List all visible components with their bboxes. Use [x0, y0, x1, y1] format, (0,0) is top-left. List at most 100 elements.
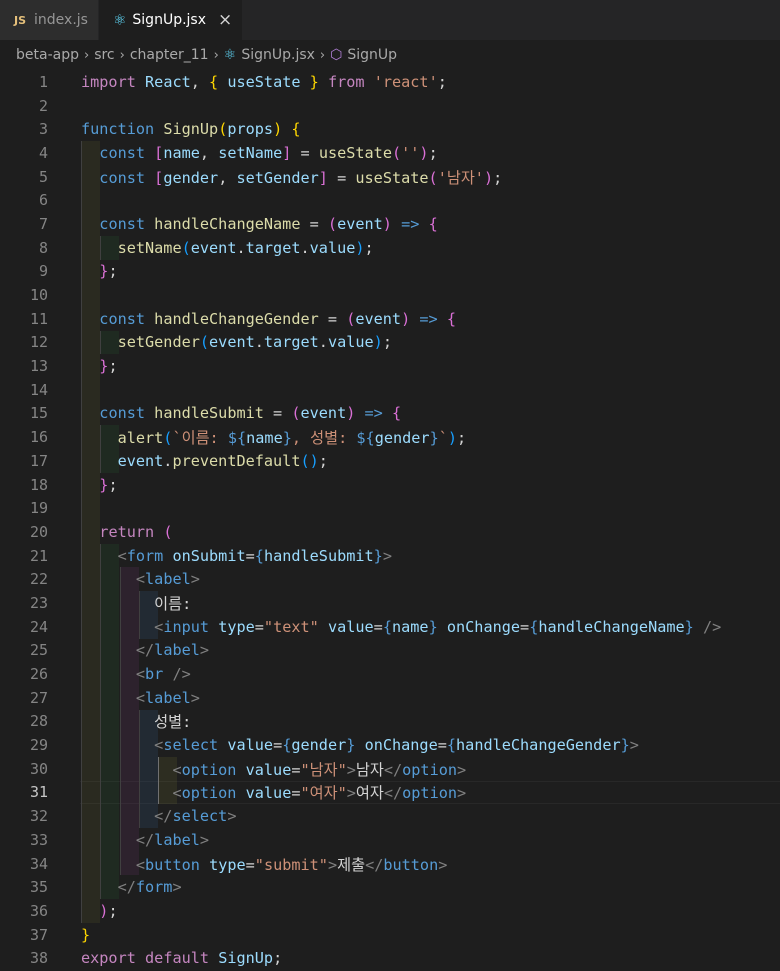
code-text: <br /> — [135, 665, 191, 684]
code-text: import React, { useState } from 'react'; — [81, 72, 447, 91]
code-text: const handleChangeGender = (event) => { — [99, 309, 456, 328]
code-text: setGender(event.target.value); — [117, 333, 392, 352]
code-text: } — [81, 925, 91, 944]
breadcrumb: beta-app › src › chapter_11 › ⚛ SignUp.j… — [0, 40, 780, 70]
line-number: 16 — [29, 428, 48, 447]
line-number: 8 — [38, 238, 48, 257]
line-number: 25 — [29, 641, 48, 660]
line-number: 19 — [29, 499, 48, 518]
code-text: <input type="text" value={name} onChange… — [154, 617, 722, 636]
breadcrumb-item-beta-app[interactable]: beta-app — [16, 47, 79, 63]
editor-tab-bar: JS index.js ⚛ SignUp.jsx × — [0, 0, 780, 40]
line-number: 36 — [29, 901, 48, 920]
line-number: 33 — [29, 830, 48, 849]
code-line: 21 <form onSubmit={handleSubmit}> — [0, 543, 780, 568]
code-text: }; — [99, 357, 118, 376]
code-line: 24 <input type="text" value={name} onCha… — [0, 614, 780, 639]
code-line: 35 </form> — [0, 875, 780, 900]
symbol-component-icon: ⬡ — [330, 47, 343, 63]
line-number: 38 — [29, 949, 48, 968]
line-number: 6 — [38, 191, 48, 210]
code-text: </select> — [154, 807, 237, 826]
code-line: 2 — [0, 94, 780, 118]
code-text: </form> — [117, 878, 182, 897]
vscode-editor-window: JS index.js ⚛ SignUp.jsx × beta-app › sr… — [0, 0, 780, 971]
code-line: 23 이름: — [0, 591, 780, 615]
code-text: ); — [99, 901, 118, 920]
line-number: 37 — [29, 925, 48, 944]
breadcrumb-item-signup-symbol[interactable]: SignUp — [347, 47, 397, 63]
react-file-icon: ⚛ — [112, 11, 127, 29]
line-number: 17 — [29, 451, 48, 470]
chevron-right-icon: › — [213, 47, 219, 63]
line-number: 28 — [29, 712, 48, 731]
code-text: const handleChangeName = (event) => { — [99, 214, 438, 233]
tab-signup-jsx[interactable]: ⚛ SignUp.jsx × — [98, 0, 244, 40]
code-line: 17 event.preventDefault(); — [0, 449, 780, 473]
code-line: 30 <option value="남자">남자</option> — [0, 756, 780, 781]
code-text: <label> — [135, 570, 200, 589]
line-number: 1 — [38, 72, 48, 91]
react-file-icon: ⚛ — [223, 47, 237, 63]
line-number: 32 — [29, 807, 48, 826]
code-line: 25 </label> — [0, 638, 780, 663]
code-line: 20 return ( — [0, 520, 780, 544]
line-number: 35 — [29, 878, 48, 897]
code-line: 5 const [gender, setGender] = useState('… — [0, 164, 780, 189]
line-number: 34 — [29, 854, 48, 873]
code-text: const [gender, setGender] = useState('남자… — [99, 168, 503, 187]
close-icon[interactable]: × — [218, 11, 232, 29]
breadcrumb-item-src[interactable]: src — [94, 47, 114, 63]
code-text: export default SignUp; — [81, 949, 283, 968]
code-line: 11 const handleChangeGender = (event) =>… — [0, 306, 780, 331]
code-editor[interactable]: 1 import React, { useState } from 'react… — [0, 70, 780, 970]
breadcrumb-item-signup-jsx[interactable]: SignUp.jsx — [241, 47, 315, 63]
line-number: 31 — [29, 783, 48, 802]
code-line: 38 export default SignUp; — [0, 946, 780, 970]
code-text: </label> — [135, 830, 210, 849]
line-number: 27 — [29, 688, 48, 707]
code-line: 4 const [name, setName] = useState(''); — [0, 141, 780, 165]
code-line: 15 const handleSubmit = (event) => { — [0, 401, 780, 426]
code-line: 3 function SignUp(props) { — [0, 117, 780, 141]
code-line: 18 }; — [0, 472, 780, 497]
indent-guide — [81, 496, 100, 521]
line-number: 4 — [38, 143, 48, 162]
line-number: 26 — [29, 665, 48, 684]
line-number: 30 — [29, 759, 48, 778]
code-text: <label> — [135, 688, 200, 707]
tab-label: SignUp.jsx — [132, 12, 206, 28]
code-line: 1 import React, { useState } from 'react… — [0, 70, 780, 94]
code-text: alert(`이름: ${name}, 성별: ${gender}`); — [117, 429, 467, 448]
line-number: 2 — [38, 96, 48, 115]
line-number: 13 — [29, 357, 48, 376]
code-line: 36 ); — [0, 899, 780, 923]
indent-guide — [81, 188, 100, 213]
code-line: 13 }; — [0, 354, 780, 378]
line-number: 24 — [29, 617, 48, 636]
chevron-right-icon: › — [319, 47, 326, 63]
code-line: 29 <select value={gender} onChange={hand… — [0, 733, 780, 757]
code-text: setName(event.target.value); — [117, 238, 374, 257]
code-text: <select value={gender} onChange={handleC… — [154, 736, 639, 755]
code-text: const handleSubmit = (event) => { — [99, 404, 402, 423]
code-text: <form onSubmit={handleSubmit}> — [117, 546, 392, 565]
tab-index-js[interactable]: JS index.js — [0, 0, 99, 40]
line-number: 29 — [29, 736, 48, 755]
chevron-right-icon: › — [83, 47, 90, 63]
code-line: 27 <label> — [0, 685, 780, 710]
code-line: 33 </label> — [0, 828, 780, 852]
code-line: 37 } — [0, 923, 780, 947]
code-line: 26 <br /> — [0, 662, 780, 686]
code-text: }; — [99, 262, 118, 281]
code-line: 12 setGender(event.target.value); — [0, 330, 780, 355]
code-text: <button type="submit">제출</button> — [135, 855, 448, 874]
line-number: 3 — [38, 120, 48, 139]
code-line: 28 성별: — [0, 709, 780, 734]
code-line: 8 setName(event.target.value); — [0, 235, 780, 260]
code-line: 6 — [0, 188, 780, 213]
breadcrumb-item-chapter-11[interactable]: chapter_11 — [130, 47, 209, 63]
line-number: 12 — [29, 333, 48, 352]
code-line: 9 }; — [0, 259, 780, 284]
line-number: 7 — [38, 214, 48, 233]
